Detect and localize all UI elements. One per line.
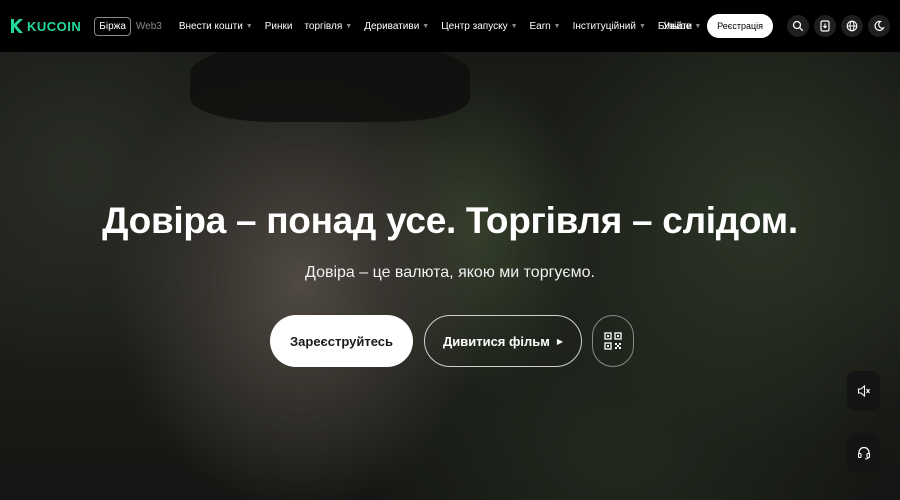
watch-film-button[interactable]: Дивитися фільм ▶ — [424, 315, 582, 367]
menu-markets[interactable]: Ринки — [265, 21, 293, 32]
qr-code-button[interactable] — [592, 315, 634, 367]
main-menu: Внести кошти ▼ Ринки торгівля ▼ Деривативи… — [179, 19, 733, 33]
chevron-down-icon: ▼ — [245, 22, 253, 30]
mode-web3-tab[interactable]: Web3 — [136, 21, 162, 32]
speaker-muted-icon — [857, 384, 870, 398]
hero-figure-shadow — [190, 52, 470, 122]
nav-right: Увійти Реєстрація — [663, 0, 900, 52]
chevron-down-icon: ▼ — [638, 22, 646, 30]
hero-subline: Довіра – це валюта, якою ми торгуємо. — [305, 264, 595, 281]
mode-exchange-tab[interactable]: Біржа — [94, 16, 131, 36]
language-button[interactable] — [841, 15, 863, 37]
kucoin-logo[interactable]: KUCOIN — [10, 18, 81, 34]
menu-institutional[interactable]: Інституційний ▼ — [573, 21, 646, 32]
hero-cta-row: Зареєструйтесь Дивитися фільм ▶ — [270, 315, 634, 367]
mute-button[interactable] — [847, 371, 880, 411]
chevron-down-icon: ▼ — [422, 22, 430, 30]
menu-deposit[interactable]: Внести кошти ▼ — [179, 21, 253, 32]
chevron-down-icon: ▼ — [510, 22, 518, 30]
logo-text: KUCOIN — [27, 18, 82, 34]
top-navbar: KUCOIN Біржа Web3 Внести кошти ▼ Ринки то… — [0, 0, 900, 52]
download-button[interactable] — [814, 15, 836, 37]
theme-toggle-icon — [874, 20, 885, 31]
chevron-down-icon: ▼ — [345, 22, 353, 30]
mode-switch: Біржа Web3 — [94, 16, 162, 36]
search-icon — [792, 20, 804, 32]
login-link[interactable]: Увійти — [663, 21, 692, 32]
qr-code-icon — [604, 332, 622, 350]
register-button[interactable]: Реєстрація — [707, 14, 773, 38]
globe-icon — [846, 20, 858, 32]
chevron-down-icon: ▼ — [553, 22, 561, 30]
menu-derivatives[interactable]: Деривативи ▼ — [364, 21, 429, 32]
kucoin-logo-icon — [11, 19, 23, 33]
menu-earn[interactable]: Earn ▼ — [530, 21, 561, 32]
menu-launchpad[interactable]: Центр запуску ▼ — [441, 21, 517, 32]
download-icon — [820, 20, 830, 32]
theme-toggle-button[interactable] — [868, 15, 890, 37]
signup-button[interactable]: Зареєструйтесь — [270, 315, 413, 367]
hero-headline: Довіра – понад усе. Торгівля – слідом. — [102, 200, 798, 241]
search-button[interactable] — [787, 15, 809, 37]
headset-icon — [857, 446, 870, 460]
support-button[interactable] — [847, 433, 880, 473]
play-icon: ▶ — [556, 336, 564, 346]
menu-trade[interactable]: торгівля ▼ — [304, 21, 352, 32]
